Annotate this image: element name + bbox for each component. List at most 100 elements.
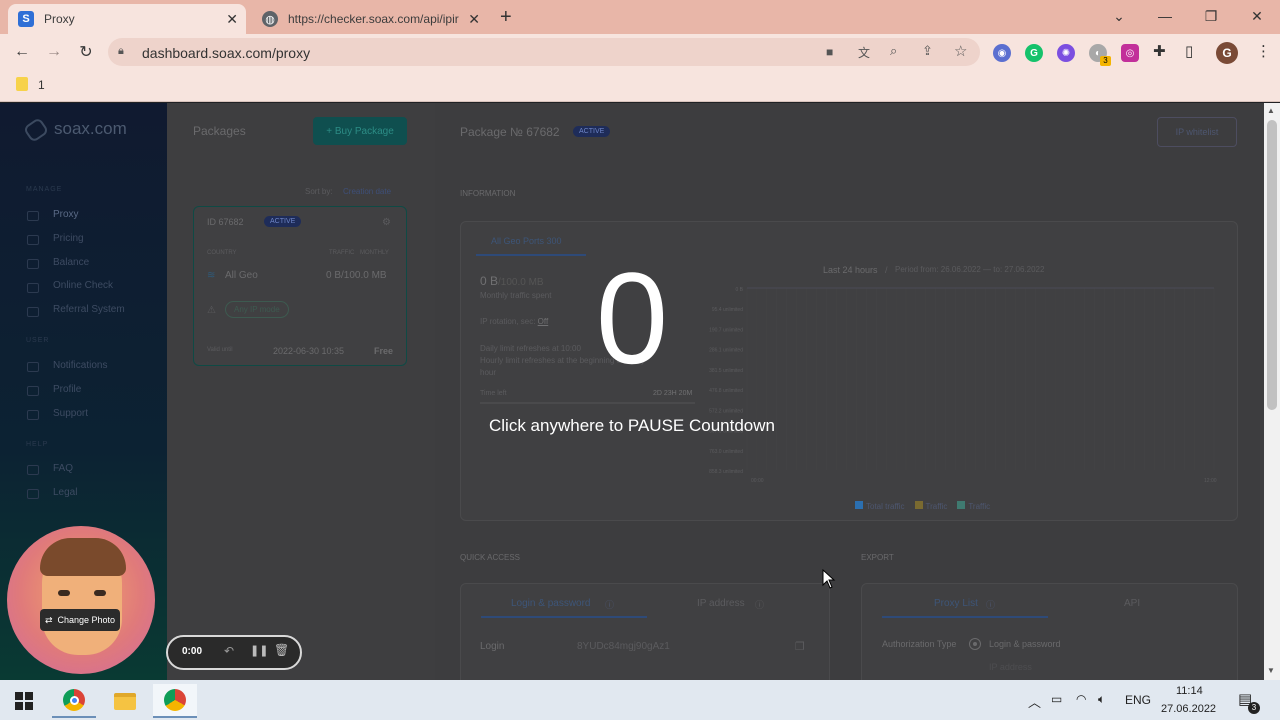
package-id-label: ID 67682 xyxy=(207,217,244,227)
ip-whitelist-button[interactable]: IP whitelist xyxy=(1157,117,1237,147)
status-badge: ACTIVE xyxy=(264,216,302,227)
battery-icon[interactable]: ▭ xyxy=(1051,692,1062,706)
proxy-icon xyxy=(27,211,39,221)
language-indicator[interactable]: ENG xyxy=(1125,693,1151,707)
x-tick-label: 00:00 xyxy=(751,478,764,484)
translate-icon[interactable]: 文 xyxy=(858,44,870,61)
change-photo-button[interactable]: ⇄ Change Photo xyxy=(40,609,120,631)
y-tick-label: 763.0 unlimited xyxy=(709,449,743,455)
back-icon[interactable]: ← xyxy=(11,42,33,62)
y-tick-label: 572.2 unlimited xyxy=(709,408,743,414)
taskbar-chrome[interactable] xyxy=(52,684,96,718)
close-tab-icon[interactable]: ✕ xyxy=(226,11,238,28)
zoom-icon[interactable]: ⌕ xyxy=(890,43,897,59)
auth-radio-login[interactable] xyxy=(969,638,981,650)
sort-label: Sort by: xyxy=(305,187,333,196)
volume-icon[interactable]: 🔈︎ xyxy=(1098,692,1105,707)
folder-icon xyxy=(16,77,28,91)
tab-proxy-list[interactable]: Proxy List xyxy=(934,598,978,609)
x-tick-label: 12:00 xyxy=(1204,478,1217,484)
faq-icon xyxy=(27,465,39,475)
pause-countdown-message[interactable]: Click anywhere to PAUSE Countdown xyxy=(0,416,1264,436)
section-label: MANAGE xyxy=(26,186,63,193)
help-icon: ⓘ xyxy=(755,600,765,610)
sidebar-item-legal[interactable]: Legal xyxy=(53,487,77,498)
pause-icon[interactable]: ❚❚ xyxy=(250,644,268,657)
extensions-puzzle-icon[interactable]: ✚ xyxy=(1153,42,1166,60)
tray-chevron-icon[interactable]: ︿ xyxy=(1028,692,1041,711)
section-label: HELP xyxy=(26,441,49,448)
sidebar-item-proxy[interactable]: Proxy xyxy=(53,209,79,220)
minimize-button[interactable]: — xyxy=(1142,0,1188,32)
legend-total: Total traffic xyxy=(855,501,905,511)
profile-avatar[interactable]: G xyxy=(1216,42,1238,64)
export-heading: EXPORT xyxy=(861,553,894,562)
tab-login-password[interactable]: Login & password xyxy=(511,598,591,609)
countdown-number[interactable]: 0 xyxy=(0,243,1264,393)
package-id: 67682 xyxy=(218,217,244,227)
close-window-button[interactable]: ✕ xyxy=(1234,0,1280,32)
reload-icon[interactable]: ↻ xyxy=(75,42,97,62)
quick-access-card: Login & password ⓘ IP address ⓘ Login 8Y… xyxy=(460,583,830,680)
taskbar-explorer[interactable] xyxy=(103,684,147,718)
recording-time: 0:00 xyxy=(182,646,203,657)
help-icon: ⓘ xyxy=(605,600,615,610)
clock-date[interactable]: 27.06.2022 xyxy=(1161,703,1216,715)
bookmark-star-icon[interactable]: ☆ xyxy=(954,42,967,60)
share-icon[interactable]: ⇪ xyxy=(922,43,933,59)
scroll-up-icon[interactable]: ▲ xyxy=(1267,106,1275,115)
extension-icon[interactable]: ◎ xyxy=(1121,44,1139,62)
wifi-icon[interactable]: ◠ xyxy=(1076,692,1086,706)
side-panel-icon[interactable]: ▯ xyxy=(1185,42,1193,60)
auth-opt-ip[interactable]: IP address xyxy=(989,662,1032,672)
legend-traffic-2: Traffic xyxy=(957,501,990,511)
sidebar-item-faq[interactable]: FAQ xyxy=(53,463,73,474)
tab-search-icon[interactable]: ⌄ xyxy=(1096,0,1142,32)
extension-badge: 3 xyxy=(1100,56,1111,66)
extension-icon[interactable]: ◉ xyxy=(993,44,1011,62)
chart-legend-items: Total traffic Traffic Traffic xyxy=(855,501,990,511)
extension-icon[interactable]: ✺ xyxy=(1057,44,1075,62)
export-card: Proxy List ⓘ API Authorization Type Logi… xyxy=(861,583,1238,680)
chrome-menu-icon[interactable]: ⋮ xyxy=(1256,42,1271,60)
soax-logo-icon xyxy=(22,116,50,144)
scroll-down-icon[interactable]: ▼ xyxy=(1267,666,1275,675)
auth-type-label: Authorization Type xyxy=(882,639,957,649)
trash-icon[interactable]: 🗑︎ xyxy=(274,643,289,657)
tab-underline xyxy=(882,616,1048,618)
scrollbar-thumb[interactable] xyxy=(1267,120,1277,410)
close-tab-icon[interactable]: ✕ xyxy=(468,11,480,28)
bookmarks-bar xyxy=(0,70,1280,102)
copy-icon[interactable]: ❐ xyxy=(795,640,805,653)
tab-proxy[interactable]: S Proxy ✕ xyxy=(8,4,246,34)
restore-button[interactable]: ❐ xyxy=(1188,0,1234,32)
webpage: soax.com MANAGE Proxy Pricing Balance On… xyxy=(0,103,1264,680)
tab-api[interactable]: API xyxy=(1124,598,1140,609)
globe-icon: ◍ xyxy=(262,11,278,27)
auth-opt-login: Login & password xyxy=(989,639,1061,649)
status-badge: ACTIVE xyxy=(573,126,611,137)
help-icon: ⓘ xyxy=(986,600,996,610)
tab-ip-address[interactable]: IP address xyxy=(697,598,745,609)
quick-access-heading: QUICK ACCESS xyxy=(460,553,521,562)
clock-time[interactable]: 11:14 xyxy=(1176,685,1203,697)
camera-icon[interactable]: ■ xyxy=(826,45,833,59)
grammarly-icon[interactable]: G xyxy=(1025,44,1043,62)
bookmark-folder[interactable]: 1 xyxy=(38,78,45,92)
buy-package-button[interactable]: + Buy Package xyxy=(313,117,407,145)
windows-start-icon[interactable] xyxy=(15,692,33,710)
chrome-icon xyxy=(63,689,85,711)
taskbar-chrome-profile[interactable] xyxy=(153,684,197,718)
settings-icon[interactable]: ⚙︎ xyxy=(382,217,391,228)
undo-icon[interactable]: ↶ xyxy=(224,644,234,658)
sort-dropdown[interactable]: Creation date xyxy=(343,187,391,196)
tab-checker[interactable]: ◍ https://checker.soax.com/api/ipir ✕ xyxy=(252,4,488,34)
forward-icon[interactable]: → xyxy=(43,42,65,62)
login-value: 8YUDc84mgj90gAz1 xyxy=(577,641,670,652)
login-label: Login xyxy=(480,641,505,652)
avatar-eye xyxy=(94,590,106,596)
y-tick-label: 858.3 unlimited xyxy=(709,469,743,475)
url-text: dashboard.soax.com/proxy xyxy=(142,45,311,61)
new-tab-button[interactable]: + xyxy=(500,6,512,29)
avatar-hair xyxy=(40,538,126,576)
